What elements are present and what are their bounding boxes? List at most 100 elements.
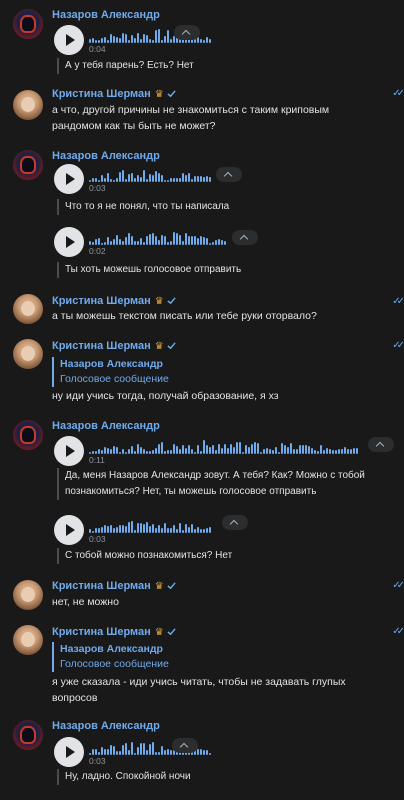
avatar[interactable] — [13, 339, 43, 369]
waveform-bar — [95, 749, 97, 755]
waveform-bar — [191, 236, 193, 245]
sender-name[interactable]: Кристина Шерман ♛ — [52, 88, 176, 100]
waveform-bar — [89, 529, 91, 533]
waveform-bar — [107, 173, 109, 182]
double-check-icon: ✓✓ — [392, 88, 404, 99]
sender-name-label: Кристина Шерман — [52, 340, 151, 352]
avatar[interactable] — [13, 580, 43, 610]
reply-author: Назаров Александр — [60, 643, 163, 655]
voice-message: 0:03 — [52, 515, 212, 547]
waveform-bar — [257, 443, 259, 454]
waveform-bar — [137, 444, 139, 454]
waveform-bar — [98, 180, 100, 182]
waveform-bar — [146, 750, 148, 755]
waveform-bar — [110, 525, 112, 533]
waveform-bar — [116, 447, 118, 454]
waveform-bar — [203, 529, 205, 533]
double-check-icon: ✓✓ — [392, 580, 404, 591]
waveform-bar — [95, 528, 97, 533]
waveform-bar — [191, 449, 193, 454]
waveform-bar — [149, 744, 151, 755]
waveform-bar — [116, 178, 118, 182]
avatar[interactable] — [13, 150, 43, 180]
waveform-bar — [137, 747, 139, 755]
chevron-up-icon[interactable] — [368, 437, 394, 452]
waveform-bar — [218, 239, 220, 245]
avatar[interactable] — [13, 294, 43, 324]
sender-name[interactable]: Кристина Шерман ♛ — [52, 580, 176, 592]
waveform[interactable] — [89, 168, 213, 182]
chevron-up-icon[interactable] — [174, 25, 200, 40]
waveform-bar — [200, 176, 202, 182]
waveform-bar — [158, 29, 160, 43]
play-icon[interactable] — [54, 164, 84, 194]
message-text: нет, не можно — [52, 594, 119, 610]
waveform-bar — [203, 750, 205, 755]
sender-name-label: Кристина Шерман — [52, 580, 151, 592]
waveform[interactable] — [89, 231, 229, 245]
play-icon[interactable] — [54, 737, 84, 767]
verified-icon — [167, 582, 176, 590]
waveform-bar — [134, 530, 136, 533]
waveform-bar — [119, 452, 121, 454]
waveform[interactable] — [89, 440, 359, 454]
sender-name[interactable]: Назаров Александр — [52, 150, 160, 162]
voice-duration: 0:02 — [89, 246, 106, 256]
sender-name[interactable]: Назаров Александр — [52, 420, 160, 432]
waveform-bar — [140, 238, 142, 245]
waveform-bar — [113, 446, 115, 454]
waveform-bar — [119, 38, 121, 43]
waveform-bar — [155, 236, 157, 245]
play-icon[interactable] — [54, 25, 84, 55]
waveform-bar — [98, 238, 100, 245]
chevron-up-icon[interactable] — [216, 167, 242, 182]
waveform-bar — [125, 743, 127, 755]
avatar[interactable] — [13, 625, 43, 655]
sender-name[interactable]: Назаров Александр — [52, 720, 160, 732]
sender-name[interactable]: Назаров Александр — [52, 9, 160, 21]
waveform-bar — [233, 447, 235, 454]
chevron-up-icon[interactable] — [222, 515, 248, 530]
voice-transcript: Да, меня Назаров Александр зовут. А тебя… — [57, 468, 365, 500]
waveform-bar — [197, 238, 199, 245]
waveform-bar — [161, 442, 163, 454]
reply-quote[interactable]: Назаров Александр Голосовое сообщение — [52, 357, 169, 387]
chevron-up-icon[interactable] — [172, 738, 198, 753]
avatar[interactable] — [13, 720, 43, 750]
waveform-bar — [155, 448, 157, 454]
voice-duration: 0:04 — [89, 44, 106, 54]
waveform-bar — [203, 177, 205, 182]
chevron-up-icon[interactable] — [232, 230, 258, 245]
waveform-bar — [224, 241, 226, 245]
voice-transcript: С тобой можно познакомиться? Нет — [57, 548, 232, 564]
waveform-bar — [137, 175, 139, 182]
play-icon[interactable] — [54, 227, 84, 257]
waveform-bar — [158, 525, 160, 533]
message-line: ну иди учись тогда, получай образование,… — [52, 390, 279, 402]
waveform-bar — [338, 449, 340, 454]
reply-quote[interactable]: Назаров Александр Голосовое сообщение — [52, 642, 169, 672]
waveform-bar — [185, 175, 187, 182]
voice-transcript: Что то я не понял, что ты написала — [57, 199, 229, 215]
play-icon[interactable] — [54, 515, 84, 545]
waveform-bar — [182, 445, 184, 454]
waveform-bar — [164, 451, 166, 454]
sender-name[interactable]: Кристина Шерман ♛ — [52, 626, 176, 638]
sender-name[interactable]: Кристина Шерман ♛ — [52, 295, 176, 307]
waveform-bar — [317, 451, 319, 454]
waveform-bar — [350, 449, 352, 454]
waveform-bar — [116, 235, 118, 245]
avatar[interactable] — [13, 420, 43, 450]
waveform-bar — [161, 528, 163, 533]
verified-icon — [167, 342, 176, 350]
sender-name[interactable]: Кристина Шерман ♛ — [52, 340, 176, 352]
waveform[interactable] — [89, 519, 213, 533]
transcript-line: Да, меня Назаров Александр зовут. А тебя… — [65, 470, 365, 481]
play-icon[interactable] — [54, 436, 84, 466]
double-check-icon: ✓✓ — [392, 340, 404, 351]
waveform-bar — [101, 243, 103, 245]
waveform-bar — [278, 452, 280, 454]
avatar[interactable] — [13, 90, 43, 120]
waveform-bar — [215, 450, 217, 454]
avatar[interactable] — [13, 9, 43, 39]
